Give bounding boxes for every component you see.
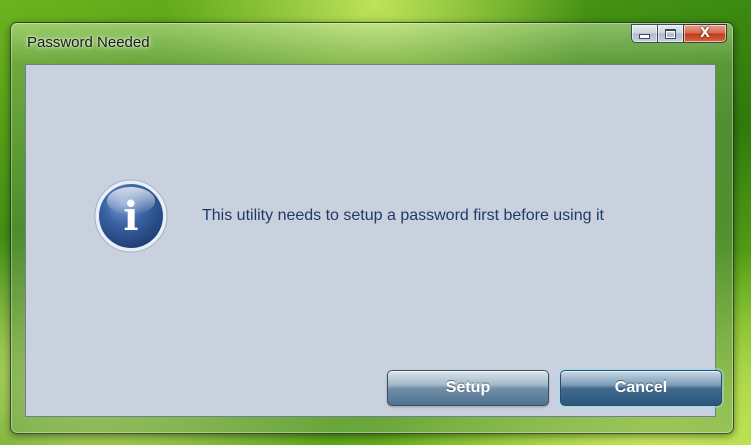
close-button[interactable]: X (683, 24, 727, 43)
info-glyph: i (123, 193, 138, 240)
close-icon: X (699, 26, 711, 41)
dialog-content: i This utility needs to setup a password… (25, 64, 722, 417)
minimize-button[interactable] (631, 24, 657, 43)
setup-button[interactable]: Setup (387, 370, 549, 406)
maximize-button[interactable] (657, 24, 683, 43)
window-title: Password Needed (27, 34, 150, 51)
caption-buttons: X (631, 24, 727, 43)
cancel-button[interactable]: Cancel (560, 370, 722, 406)
info-icon: i (94, 179, 168, 253)
dialog-message: This utility needs to setup a password f… (202, 207, 604, 224)
title-bar[interactable]: Password Needed X (11, 23, 733, 63)
dialog-window: Password Needed X i This utility needs t… (10, 22, 734, 434)
minimize-icon (639, 34, 650, 39)
maximize-icon (665, 28, 676, 39)
